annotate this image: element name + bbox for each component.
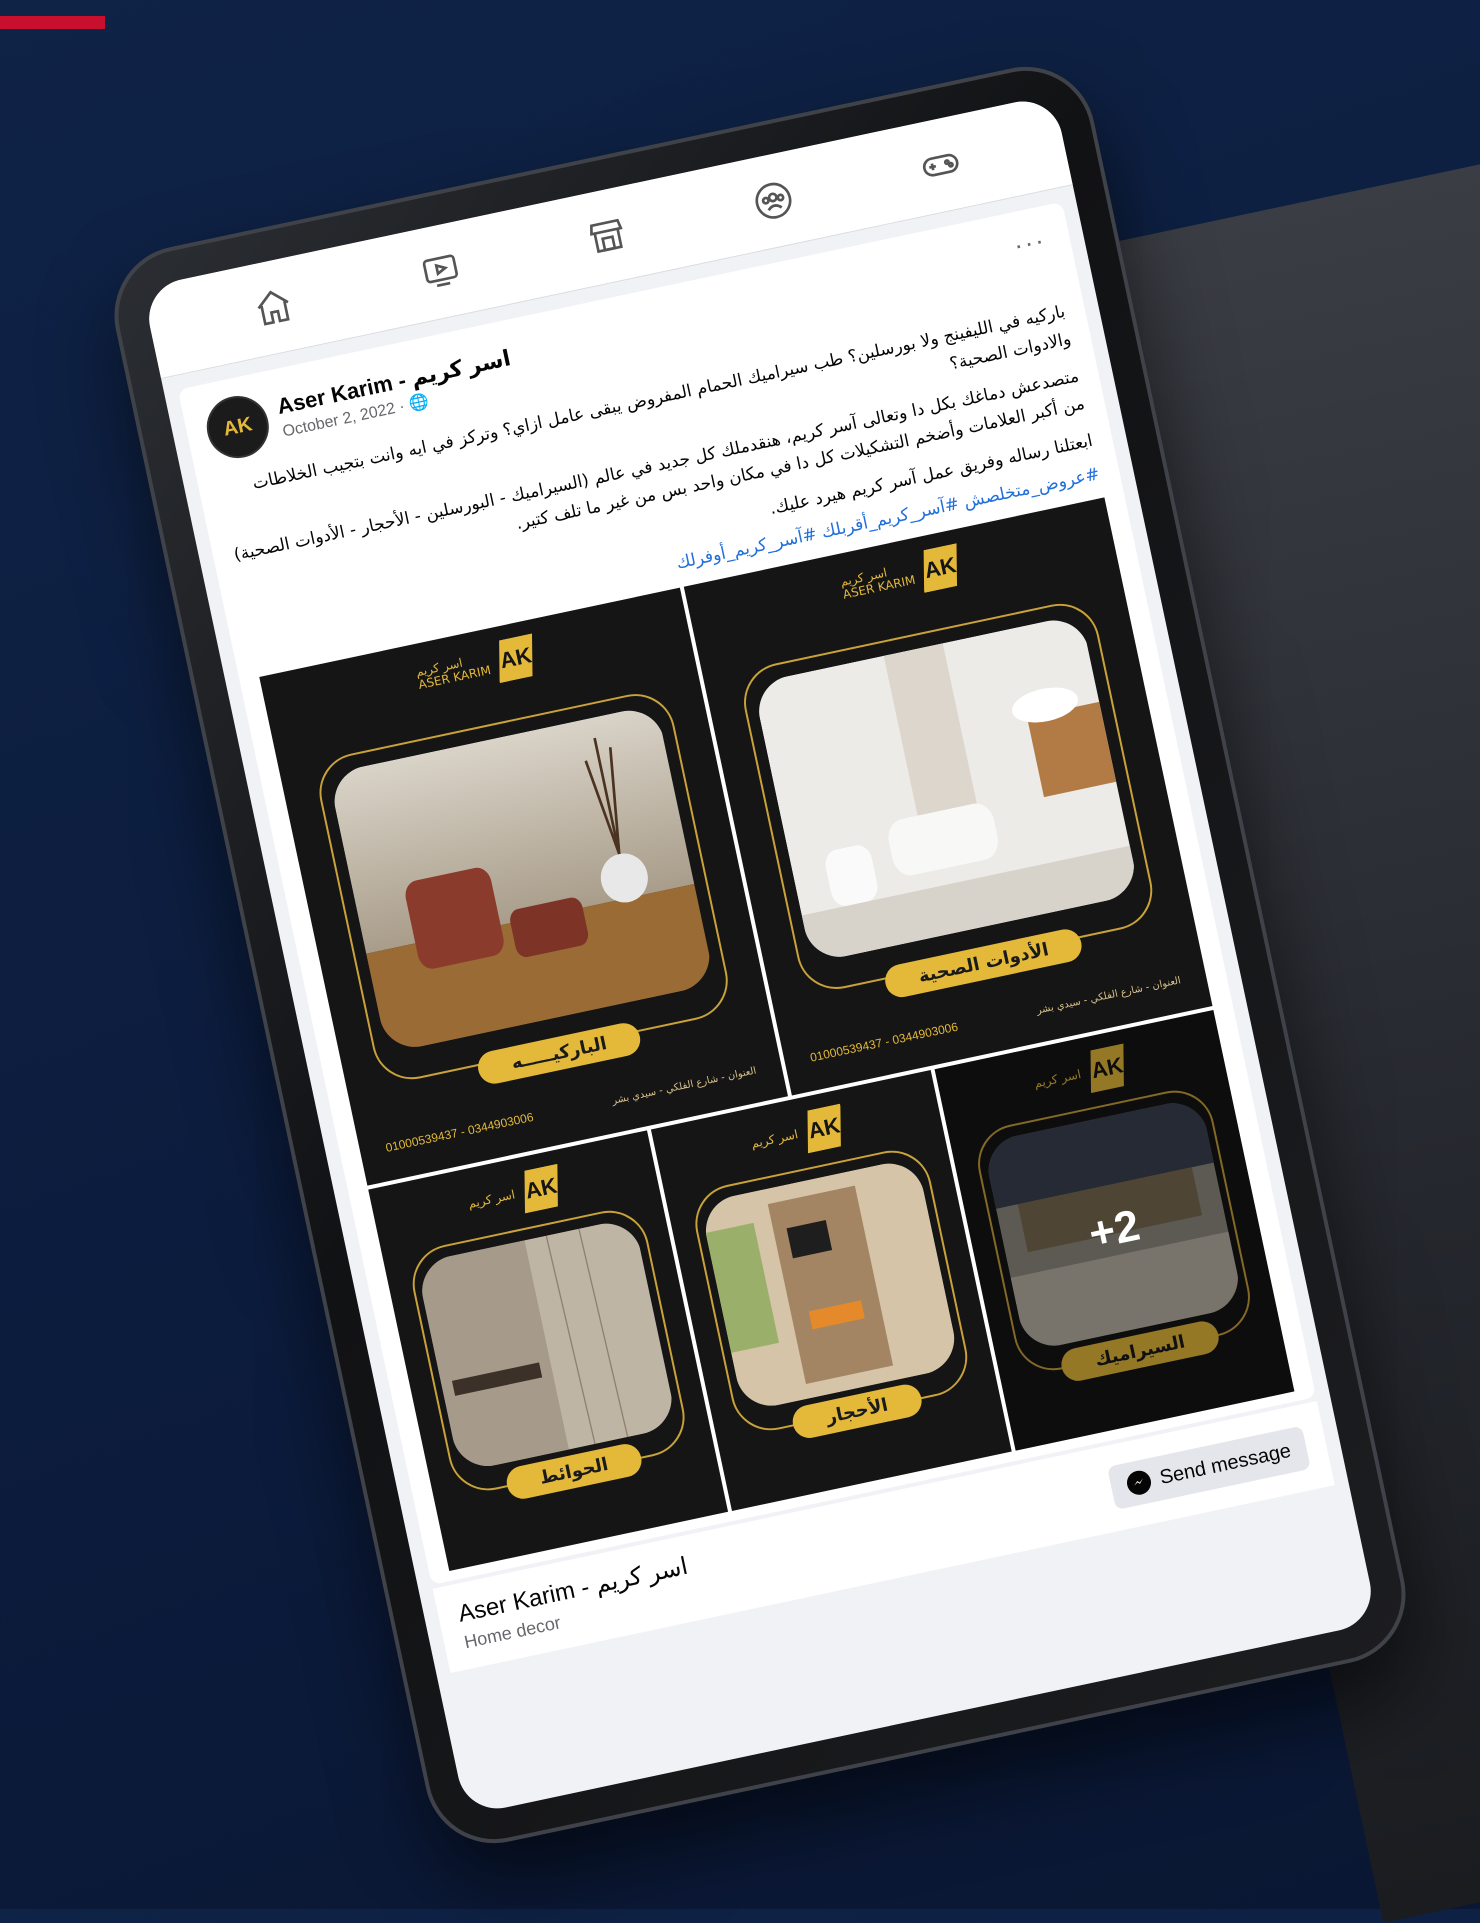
marketplace-icon[interactable]: [580, 209, 635, 264]
tile-address: العنوان - شارع الفلكي - سيدي بشر: [1035, 975, 1182, 1017]
tile-phones: 01000539437 - 0344903006: [384, 1109, 535, 1155]
logo-mark-icon: AK: [516, 1164, 566, 1214]
tile-phones: 01000539437 - 0344903006: [808, 1019, 960, 1065]
watch-icon[interactable]: [413, 244, 468, 299]
messenger-icon: [1124, 1468, 1153, 1498]
accent-bar: [0, 16, 105, 29]
globe-icon: 🌐: [407, 393, 431, 414]
logo-text-ar: اسر كريم: [466, 1186, 517, 1211]
logo-mark-icon: AK: [799, 1104, 849, 1154]
gaming-icon[interactable]: [913, 138, 968, 193]
brand-logo: اسر كريم ASER KARIM AK: [413, 633, 541, 699]
more-options-button[interactable]: ···: [1011, 224, 1049, 261]
brand-logo: اسر كريم AK: [464, 1164, 566, 1225]
logo-mark-icon: AK: [915, 543, 965, 593]
tile-photo: [698, 1156, 962, 1413]
send-message-button[interactable]: Send message: [1106, 1425, 1311, 1511]
logo-text-ar: اسر كريم: [749, 1126, 800, 1151]
logo-text-block: اسر كريم ASER KARIM: [414, 651, 492, 692]
tile-photo: [415, 1216, 679, 1473]
groups-icon[interactable]: [747, 173, 802, 228]
home-icon[interactable]: [247, 280, 302, 335]
logo-text-block: اسر كريم: [466, 1186, 517, 1211]
tile-address: العنوان - شارع الفلكي - سيدي بشر: [611, 1065, 758, 1107]
logo-text-block: اسر كريم: [749, 1126, 800, 1151]
brand-logo: اسر كريم ASER KARIM AK: [837, 543, 965, 609]
send-message-label: Send message: [1157, 1439, 1293, 1489]
photo-gallery: اسر كريم ASER KARIM AK الباركيـــــه 010…: [259, 497, 1295, 1572]
avatar[interactable]: AK: [201, 390, 275, 464]
brand-logo: اسر كريم AK: [747, 1104, 849, 1165]
logo-mark-icon: AK: [491, 633, 541, 683]
logo-text-block: اسر كريم ASER KARIM: [839, 561, 917, 601]
